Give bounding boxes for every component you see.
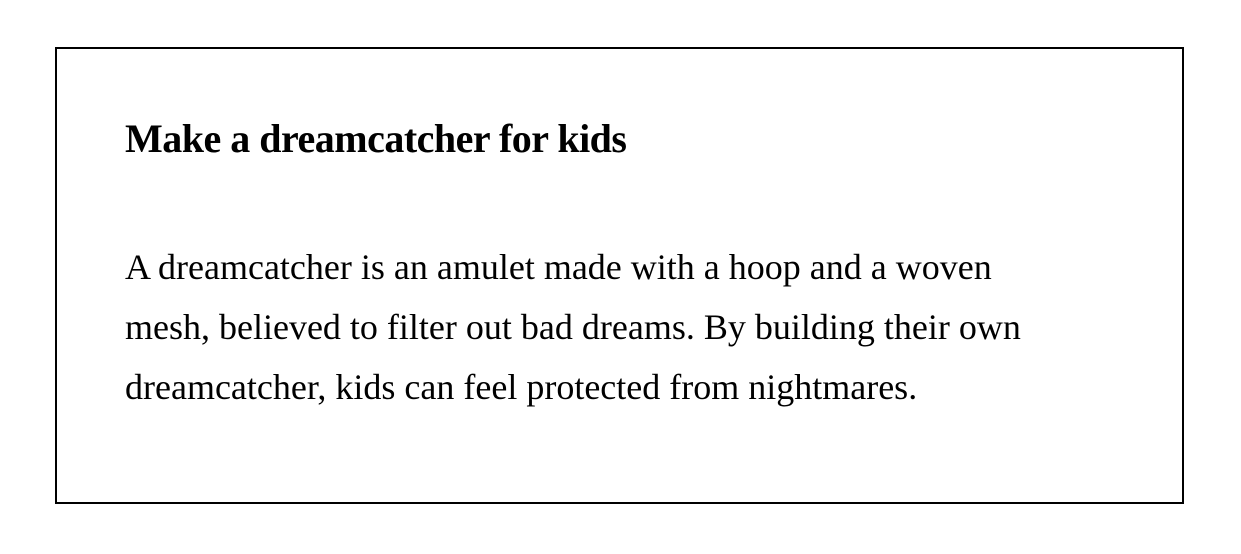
description-line-3: dreamcatcher, kids can feel protected fr…	[125, 367, 918, 407]
description-line-2: mesh, believed to filter out bad dreams.…	[125, 307, 1021, 347]
card-description: A dreamcatcher is an amulet made with a …	[125, 237, 1125, 417]
description-line-1: A dreamcatcher is an amulet made with a …	[125, 247, 992, 287]
card-title: Make a dreamcatcher for kids	[125, 116, 627, 161]
info-card: Make a dreamcatcher for kids A dreamcatc…	[55, 47, 1184, 504]
